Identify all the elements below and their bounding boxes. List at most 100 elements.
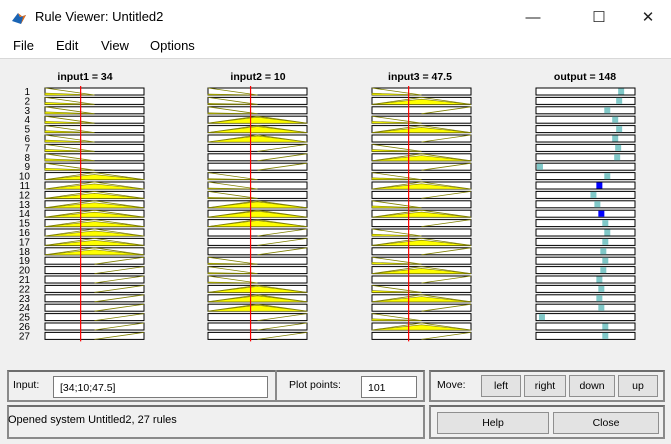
- rule-cell: [535, 256, 636, 265]
- rule-cell: [207, 143, 308, 152]
- maximize-button[interactable]: ☐: [576, 0, 622, 34]
- rule-cell: [535, 275, 636, 284]
- menu-view[interactable]: View: [101, 38, 129, 53]
- column-header: input2 = 10: [230, 71, 285, 83]
- rule-cell: [44, 275, 145, 284]
- rule-cell: [535, 172, 636, 181]
- rule-cell: [535, 209, 636, 218]
- rule-cell: [535, 247, 636, 256]
- rule-cell: [371, 331, 472, 340]
- output-point: [602, 332, 609, 339]
- rule-viewer-plot[interactable]: input1 = 34 input2 = 10 input3 = 47.5 outpu…: [0, 59, 671, 364]
- rule-cell: [535, 200, 636, 209]
- rule-cell: [207, 331, 308, 340]
- rule-cell: [207, 313, 308, 322]
- rule-cell: [535, 134, 636, 143]
- rule-cell: [207, 96, 308, 105]
- rule-cell: [535, 237, 636, 246]
- input-label: Input:: [13, 379, 40, 391]
- rule-cell: [371, 247, 472, 256]
- rule-cell: [207, 172, 308, 181]
- rule-cell: [207, 228, 308, 237]
- rule-cell: [207, 190, 308, 199]
- matlab-logo-icon: [12, 13, 26, 24]
- minimize-button[interactable]: —: [510, 0, 556, 34]
- output-point: [616, 97, 623, 104]
- output-point: [615, 144, 622, 151]
- plot-points-label: Plot points:: [289, 379, 341, 391]
- rule-cell: [44, 303, 145, 312]
- move-left-button[interactable]: left: [481, 375, 521, 397]
- move-right-button[interactable]: right: [524, 375, 566, 397]
- window-title: Rule Viewer: Untitled2: [35, 9, 164, 24]
- output-point: [602, 238, 609, 245]
- move-label: Move:: [437, 379, 466, 391]
- rule-cell: [207, 275, 308, 284]
- plot-points-field[interactable]: 101: [361, 376, 417, 398]
- output-point: [596, 276, 603, 283]
- rule-cell: [535, 284, 636, 293]
- output-point: [598, 304, 605, 311]
- output-point: [596, 295, 603, 302]
- rule-cell: [44, 256, 145, 265]
- output-point: [602, 257, 609, 264]
- rule-cell: [207, 106, 308, 115]
- rule-cell: [535, 313, 636, 322]
- output-point: [604, 107, 611, 114]
- rule-cell: [535, 115, 636, 124]
- rule-cell: [535, 303, 636, 312]
- output-point: [602, 323, 609, 330]
- rule-cell: [371, 275, 472, 284]
- output-point: [600, 248, 607, 255]
- output-point: [590, 191, 597, 198]
- rule-cell: [44, 331, 145, 340]
- rule-cell: [371, 106, 472, 115]
- output-point: [536, 163, 543, 170]
- rule-cell: [535, 219, 636, 228]
- move-up-button[interactable]: up: [618, 375, 658, 397]
- output-point: [618, 88, 625, 95]
- help-button[interactable]: Help: [437, 412, 549, 434]
- rule-cell: [535, 331, 636, 340]
- rule-cell: [371, 219, 472, 228]
- rule-cell: [207, 237, 308, 246]
- output-point: [598, 210, 605, 217]
- status-text: Opened system Untitled2, 27 rules: [8, 414, 177, 426]
- close-button[interactable]: Close: [553, 412, 659, 434]
- column-header: input1 = 34: [57, 71, 112, 83]
- output-point: [594, 201, 601, 208]
- rule-cell: [535, 181, 636, 190]
- output-point: [616, 126, 623, 133]
- rule-cell: [535, 190, 636, 199]
- menu-edit[interactable]: Edit: [56, 38, 78, 53]
- rule-cell: [535, 322, 636, 331]
- menu-options[interactable]: Options: [150, 38, 195, 53]
- rule-cell: [207, 266, 308, 275]
- output-point: [596, 182, 603, 189]
- output-point: [612, 116, 619, 123]
- rule-cell: [44, 322, 145, 331]
- output-point: [602, 220, 609, 227]
- rule-cell: [371, 162, 472, 171]
- panel-divider: [275, 370, 277, 402]
- column-header: output = 148: [554, 71, 616, 83]
- rule-cell: [371, 134, 472, 143]
- title-bar: Rule Viewer: Untitled2 — ☐ ✕: [0, 0, 671, 34]
- rule-cell: [207, 322, 308, 331]
- rule-cell: [535, 266, 636, 275]
- rule-cell: [207, 247, 308, 256]
- output-point: [598, 285, 605, 292]
- rule-plot-area: input1 = 34 input2 = 10 input3 = 47.5 outpu…: [0, 59, 671, 364]
- input-field[interactable]: [34;10;47.5]: [53, 376, 268, 398]
- rule-cell: [207, 162, 308, 171]
- rule-cell: [371, 303, 472, 312]
- rule-cell: [535, 162, 636, 171]
- move-down-button[interactable]: down: [569, 375, 615, 397]
- output-point: [612, 135, 619, 142]
- output-point: [538, 314, 545, 321]
- output-point: [600, 267, 607, 274]
- output-point: [614, 154, 621, 161]
- close-window-button[interactable]: ✕: [625, 0, 671, 34]
- rule-cell: [44, 266, 145, 275]
- menu-file[interactable]: File: [13, 38, 34, 53]
